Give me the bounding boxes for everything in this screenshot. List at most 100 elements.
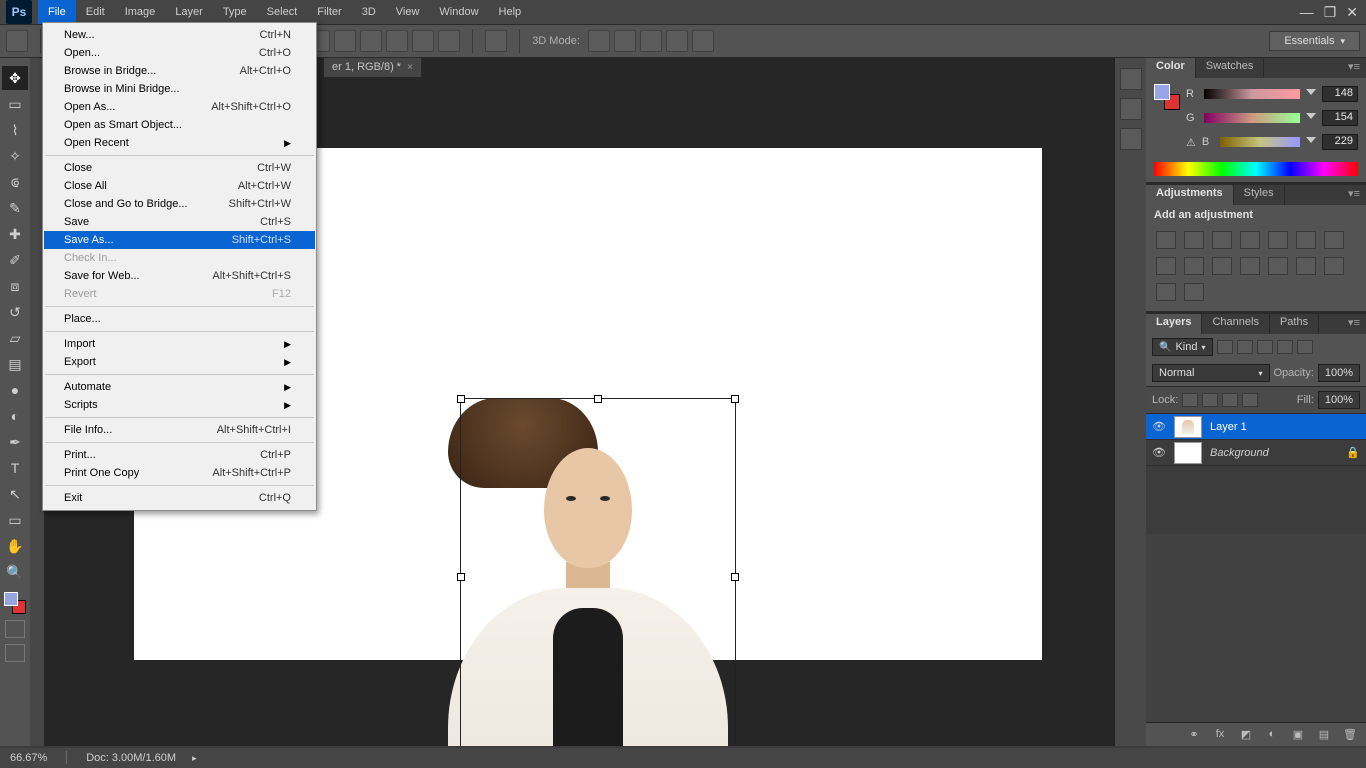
menu-3d[interactable]: 3D	[352, 0, 386, 24]
menu-select[interactable]: Select	[257, 0, 308, 24]
distribute-icon[interactable]	[412, 30, 434, 52]
screen-mode-toggle[interactable]	[5, 644, 25, 662]
layers-tab[interactable]: Layers	[1146, 314, 1202, 334]
lock-pos-icon[interactable]	[1222, 393, 1238, 407]
menu-help[interactable]: Help	[489, 0, 532, 24]
history-brush-tool[interactable]: ↺	[2, 300, 28, 324]
curves-icon[interactable]	[1212, 231, 1232, 249]
menu-item-close-all[interactable]: Close AllAlt+Ctrl+W	[44, 177, 315, 195]
zoom-tool[interactable]: 🔍	[2, 560, 28, 584]
menu-item-open-recent[interactable]: Open Recent▶	[44, 134, 315, 152]
menu-item-save[interactable]: SaveCtrl+S	[44, 213, 315, 231]
lasso-tool[interactable]: ⌇	[2, 118, 28, 142]
filter-type-icon[interactable]	[1257, 340, 1273, 354]
g-slider[interactable]	[1204, 113, 1300, 123]
menu-item-export[interactable]: Export▶	[44, 353, 315, 371]
healing-tool[interactable]: ✚	[2, 222, 28, 246]
filter-pixel-icon[interactable]	[1217, 340, 1233, 354]
menu-window[interactable]: Window	[429, 0, 488, 24]
path-select-tool[interactable]: ↖	[2, 482, 28, 506]
close-button[interactable]: ✕	[1346, 4, 1358, 21]
brush-tool[interactable]: ✐	[2, 248, 28, 272]
r-value[interactable]: 148	[1322, 86, 1358, 102]
quick-mask-toggle[interactable]	[5, 620, 25, 638]
crop-tool[interactable]: ⟃	[2, 170, 28, 194]
menu-item-automate[interactable]: Automate▶	[44, 378, 315, 396]
panel-menu-icon[interactable]: ▾≡	[1342, 185, 1366, 205]
menu-image[interactable]: Image	[115, 0, 166, 24]
menu-item-import[interactable]: Import▶	[44, 335, 315, 353]
handle-tr[interactable]	[731, 395, 739, 403]
trash-icon[interactable]: 🗑	[1342, 728, 1358, 742]
marquee-tool[interactable]: ▭	[2, 92, 28, 116]
dodge-tool[interactable]: ◐	[2, 404, 28, 428]
pen-tool[interactable]: ✒	[2, 430, 28, 454]
stamp-tool[interactable]: ⧈	[2, 274, 28, 298]
close-icon[interactable]: ×	[407, 62, 413, 73]
paths-tab[interactable]: Paths	[1270, 314, 1319, 334]
hue-sat-icon[interactable]	[1296, 231, 1316, 249]
color-swatches[interactable]	[4, 592, 26, 614]
distribute-icon[interactable]	[386, 30, 408, 52]
menu-view[interactable]: View	[386, 0, 430, 24]
tool-preset-icon[interactable]	[6, 30, 28, 52]
gradient-map-icon[interactable]	[1156, 283, 1176, 301]
link-icon[interactable]: ⚭	[1186, 728, 1202, 742]
channels-tab[interactable]: Channels	[1202, 314, 1269, 334]
visibility-icon[interactable]: 👁	[1152, 446, 1166, 460]
filter-smart-icon[interactable]	[1297, 340, 1313, 354]
handle-tc[interactable]	[594, 395, 602, 403]
blend-mode[interactable]: Normal▾	[1152, 364, 1270, 382]
layer-name[interactable]: Layer 1	[1210, 421, 1360, 433]
eraser-tool[interactable]: ▱	[2, 326, 28, 350]
invert-icon[interactable]	[1268, 257, 1288, 275]
zoom-3d-icon[interactable]	[692, 30, 714, 52]
menu-file[interactable]: File	[38, 0, 76, 24]
hand-tool[interactable]: ✋	[2, 534, 28, 558]
swatches-tab[interactable]: Swatches	[1196, 58, 1265, 78]
move-tool[interactable]: ✥	[2, 66, 28, 90]
actions-panel-icon[interactable]	[1120, 128, 1142, 150]
slide-3d-icon[interactable]	[666, 30, 688, 52]
handle-tl[interactable]	[457, 395, 465, 403]
fx-icon[interactable]: fx	[1212, 728, 1228, 742]
shape-tool[interactable]: ▭	[2, 508, 28, 532]
menu-item-print[interactable]: Print...Ctrl+P	[44, 446, 315, 464]
menu-item-place[interactable]: Place...	[44, 310, 315, 328]
doc-size[interactable]: Doc: 3.00M/1.60M	[86, 752, 176, 764]
transform-bounds[interactable]	[460, 398, 736, 746]
threshold-icon[interactable]	[1324, 257, 1344, 275]
visibility-icon[interactable]: 👁	[1152, 420, 1166, 434]
styles-tab[interactable]: Styles	[1234, 185, 1285, 205]
menu-item-exit[interactable]: ExitCtrl+Q	[44, 489, 315, 507]
mask-icon[interactable]: ◩	[1238, 728, 1254, 742]
roll-3d-icon[interactable]	[614, 30, 636, 52]
opacity-value[interactable]: 100%	[1318, 364, 1360, 382]
layer-row[interactable]: 👁 Background 🔒	[1146, 440, 1366, 466]
menu-item-open-as-smart-object[interactable]: Open as Smart Object...	[44, 116, 315, 134]
bw-icon[interactable]	[1156, 257, 1176, 275]
pan-3d-icon[interactable]	[640, 30, 662, 52]
eyedropper-tool[interactable]: ✎	[2, 196, 28, 220]
minimize-button[interactable]: —	[1300, 4, 1314, 20]
menu-item-save-for-web[interactable]: Save for Web...Alt+Shift+Ctrl+S	[44, 267, 315, 285]
color-lookup-icon[interactable]	[1240, 257, 1260, 275]
layer-thumb[interactable]	[1174, 442, 1202, 464]
menu-item-save-as[interactable]: Save As...Shift+Ctrl+S	[44, 231, 315, 249]
color-balance-icon[interactable]	[1324, 231, 1344, 249]
lock-pixels-icon[interactable]	[1202, 393, 1218, 407]
fill-value[interactable]: 100%	[1318, 391, 1360, 409]
photo-filter-icon[interactable]	[1184, 257, 1204, 275]
menu-item-scripts[interactable]: Scripts▶	[44, 396, 315, 414]
menu-edit[interactable]: Edit	[76, 0, 115, 24]
levels-icon[interactable]	[1184, 231, 1204, 249]
b-value[interactable]: 229	[1322, 134, 1358, 150]
gradient-tool[interactable]: ▤	[2, 352, 28, 376]
menu-item-browse-in-bridge[interactable]: Browse in Bridge...Alt+Ctrl+O	[44, 62, 315, 80]
g-value[interactable]: 154	[1322, 110, 1358, 126]
filter-shape-icon[interactable]	[1277, 340, 1293, 354]
new-layer-icon[interactable]: ▤	[1316, 728, 1332, 742]
menu-filter[interactable]: Filter	[307, 0, 351, 24]
menu-item-file-info[interactable]: File Info...Alt+Shift+Ctrl+I	[44, 421, 315, 439]
lock-trans-icon[interactable]	[1182, 393, 1198, 407]
